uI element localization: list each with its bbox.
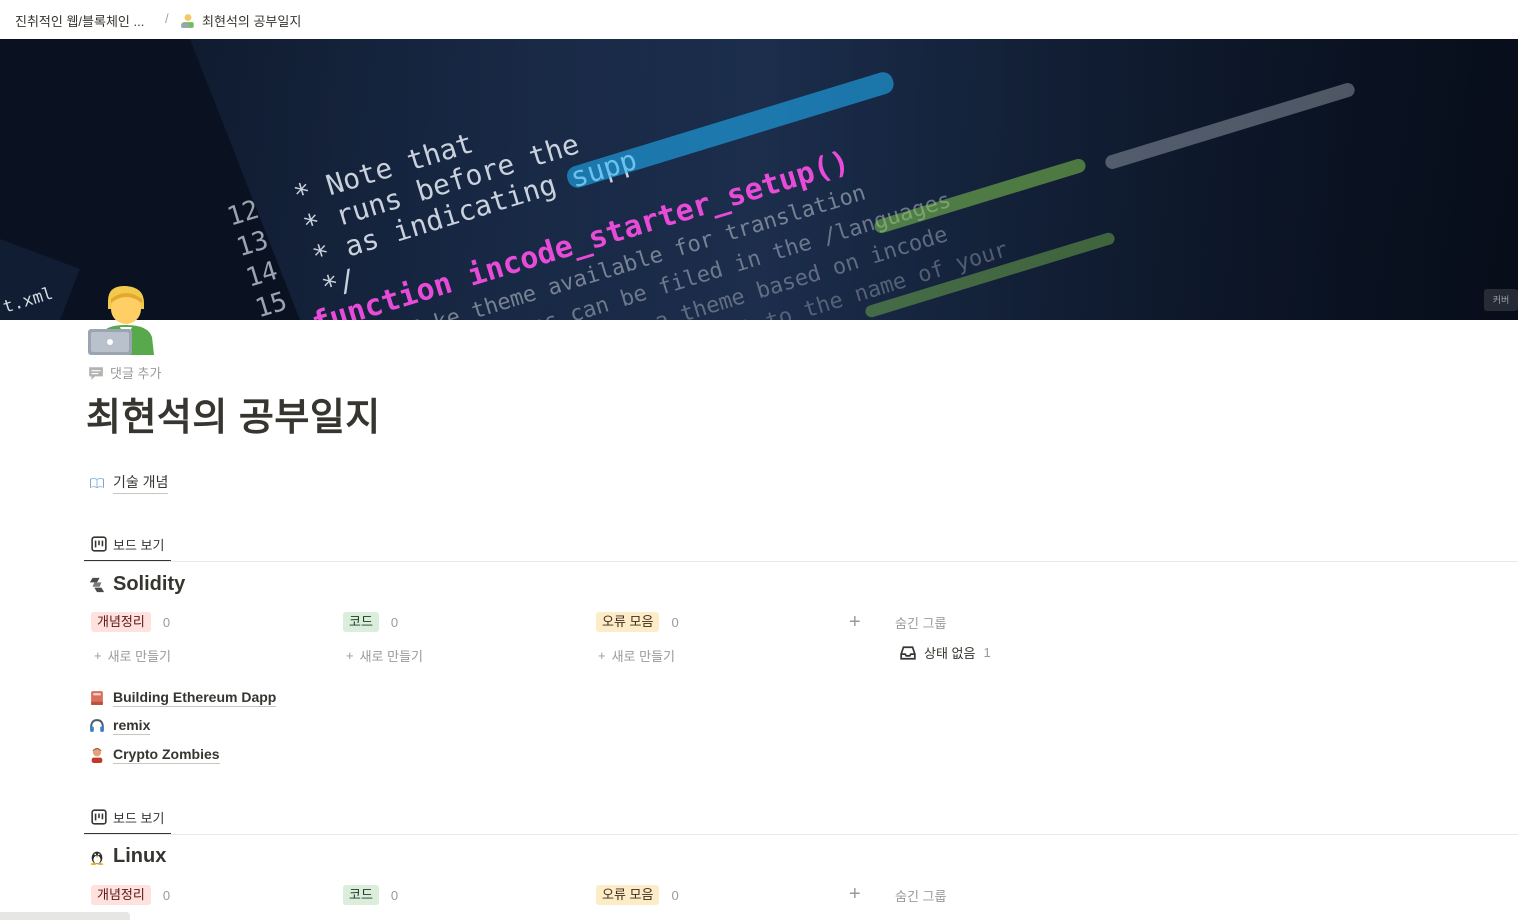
group-header-concepts[interactable]: 개념정리 0 bbox=[91, 612, 170, 632]
page-title[interactable]: 최현석의 공부일지 bbox=[86, 386, 381, 441]
board-icon bbox=[91, 536, 107, 552]
group-count: 0 bbox=[162, 887, 171, 903]
status-tag: 개념정리 bbox=[91, 885, 151, 905]
status-tag: 코드 bbox=[343, 612, 379, 632]
hidden-group-label: 상태 없음 bbox=[924, 646, 976, 661]
plus-icon: + bbox=[346, 648, 354, 663]
breadcrumb-separator: / bbox=[165, 11, 169, 26]
group-count: 0 bbox=[162, 614, 171, 630]
technologist-icon bbox=[181, 13, 194, 28]
group-header-errors[interactable]: 오류 모음 0 bbox=[596, 612, 679, 632]
add-comment-button[interactable]: 댓글 추가 bbox=[88, 363, 161, 382]
view-divider bbox=[84, 834, 1518, 835]
status-tag: 오류 모음 bbox=[596, 612, 660, 632]
group-header-errors[interactable]: 오류 모음 0 bbox=[596, 885, 679, 905]
new-card-label: 새로 만들기 bbox=[611, 649, 676, 664]
open-book-icon bbox=[90, 478, 104, 488]
comment-icon bbox=[89, 366, 103, 380]
code-screen-illustration: 12 13 14 15 16 17 18 19 20 * Note that *… bbox=[0, 39, 1518, 320]
link-label: Building Ethereum Dapp bbox=[113, 689, 277, 707]
add-comment-label: 댓글 추가 bbox=[110, 366, 162, 381]
new-card-button[interactable]: + 새로 만들기 bbox=[346, 646, 423, 665]
status-tag: 개념정리 bbox=[91, 612, 151, 632]
add-group-button[interactable]: + bbox=[849, 884, 861, 904]
plus-icon: + bbox=[94, 648, 102, 663]
new-card-button[interactable]: + 새로 만들기 bbox=[94, 646, 171, 665]
doc-link-tech-concepts[interactable]: 기술 개념 bbox=[89, 472, 169, 494]
database-title-label: Solidity bbox=[113, 573, 186, 595]
inbox-icon bbox=[900, 645, 916, 660]
solidity-icon bbox=[89, 577, 105, 592]
hidden-groups-label: 숨긴 그룹 bbox=[895, 889, 947, 904]
board-view-tab[interactable]: 보드 보기 bbox=[84, 803, 164, 831]
new-card-label: 새로 만들기 bbox=[359, 649, 424, 664]
top-bar: 진취적인 웹/블록체인 ... / 최현석의 공부일지 bbox=[0, 0, 1518, 39]
new-card-label: 새로 만들기 bbox=[107, 649, 172, 664]
database-title-label: Linux bbox=[113, 845, 167, 867]
technologist-icon[interactable] bbox=[86, 283, 158, 355]
book-icon bbox=[91, 691, 103, 705]
hidden-groups-label: 숨긴 그룹 bbox=[895, 616, 947, 631]
board-view-label: 보드 보기 bbox=[113, 810, 165, 826]
group-count: 0 bbox=[671, 887, 679, 903]
view-divider bbox=[84, 561, 1518, 562]
group-count: 0 bbox=[390, 887, 399, 903]
plus-icon: + bbox=[598, 648, 606, 663]
change-cover-button[interactable]: 커버 bbox=[1484, 289, 1518, 311]
link-remix[interactable]: remix bbox=[89, 717, 151, 735]
breadcrumb-current[interactable]: 최현석의 공부일지 bbox=[180, 11, 301, 30]
status-tag: 오류 모음 bbox=[596, 885, 660, 905]
headphones-icon bbox=[90, 719, 104, 732]
zombie-icon bbox=[91, 748, 103, 763]
breadcrumb-parent[interactable]: 진취적인 웹/블록체인 ... bbox=[15, 11, 144, 30]
link-crypto-zombies[interactable]: Crypto Zombies bbox=[89, 746, 220, 764]
hidden-group-no-status[interactable]: 상태 없음 1 bbox=[900, 643, 991, 662]
group-header-code[interactable]: 코드 0 bbox=[343, 885, 398, 905]
add-group-button[interactable]: + bbox=[849, 612, 861, 632]
penguin-icon bbox=[90, 851, 104, 865]
link-building-ethereum-dapp[interactable]: Building Ethereum Dapp bbox=[89, 689, 277, 707]
database-title-linux[interactable]: Linux bbox=[89, 845, 166, 868]
link-label: Crypto Zombies bbox=[113, 746, 220, 764]
cover-image: 12 13 14 15 16 17 18 19 20 * Note that *… bbox=[0, 39, 1518, 320]
status-tag: 코드 bbox=[343, 885, 379, 905]
status-bar-hint bbox=[0, 912, 130, 920]
board-view-tab[interactable]: 보드 보기 bbox=[84, 530, 164, 558]
doc-link-label: 기술 개념 bbox=[113, 472, 169, 494]
breadcrumb-current-label: 최현석의 공부일지 bbox=[202, 14, 302, 29]
group-header-code[interactable]: 코드 0 bbox=[343, 612, 398, 632]
board-view-label: 보드 보기 bbox=[113, 537, 165, 553]
group-count: 0 bbox=[671, 614, 679, 630]
group-header-concepts[interactable]: 개념정리 0 bbox=[91, 885, 170, 905]
group-count: 0 bbox=[390, 614, 399, 630]
database-title-solidity[interactable]: Solidity bbox=[89, 573, 185, 596]
board-icon bbox=[91, 809, 107, 825]
new-card-button[interactable]: + 새로 만들기 bbox=[598, 646, 675, 665]
hidden-group-count: 1 bbox=[983, 645, 991, 660]
link-label: remix bbox=[113, 717, 151, 735]
